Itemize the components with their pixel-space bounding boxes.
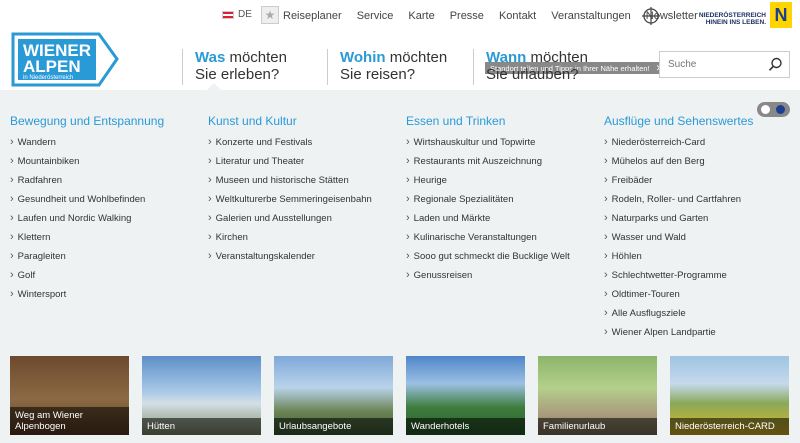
menu-item[interactable]: Literatur und Theater — [208, 152, 372, 171]
question-wohin[interactable]: Wohin möchten Sie reisen? — [327, 49, 447, 85]
tile-caption: Urlaubsangebote — [274, 418, 393, 435]
tile-weg-am-wiener-alpenbogen[interactable]: Weg am Wiener Alpenbogen — [10, 356, 129, 435]
menu-item[interactable]: Niederösterreich-Card — [604, 133, 753, 152]
question-keyword: Wann — [486, 49, 527, 66]
menu-item[interactable]: Mühelos auf den Berg — [604, 152, 753, 171]
header: WIENER ALPEN in Niederösterreich Standor… — [0, 32, 800, 90]
menu-column-bewegung: Bewegung und Entspannung Wandern Mountai… — [10, 114, 164, 304]
menu-item[interactable]: Wirtshauskultur und Topwirte — [406, 133, 570, 152]
menu-toggle-switch[interactable] — [757, 102, 790, 117]
menu-item[interactable]: Paragleiten — [10, 247, 164, 266]
language-switch[interactable]: DE — [222, 9, 252, 20]
tile-caption: Hütten — [142, 418, 261, 435]
menu-item[interactable]: Oldtimer-Touren — [604, 285, 753, 304]
menu-item[interactable]: Laufen und Nordic Walking — [10, 209, 164, 228]
menu-item[interactable]: Klettern — [10, 228, 164, 247]
menu-item[interactable]: Wintersport — [10, 285, 164, 304]
nav-reiseplaner[interactable]: Reiseplaner — [283, 10, 342, 22]
column-title[interactable]: Kunst und Kultur — [208, 114, 372, 128]
wiener-alpen-logo[interactable]: WIENER ALPEN in Niederösterreich — [11, 32, 121, 87]
column-title[interactable]: Bewegung und Entspannung — [10, 114, 164, 128]
tile-caption: Weg am Wiener Alpenbogen — [10, 407, 129, 435]
menu-item[interactable]: Golf — [10, 266, 164, 285]
menu-item[interactable]: Radfahren — [10, 171, 164, 190]
language-label: DE — [238, 9, 252, 20]
tile-caption: Niederösterreich-CARD — [670, 418, 789, 435]
menu-item[interactable]: Schlechtwetter-Programme — [604, 266, 753, 285]
menu-item[interactable]: Genussreisen — [406, 266, 570, 285]
tile-huetten[interactable]: Hütten — [142, 356, 261, 435]
menu-item[interactable]: Sooo gut schmeckt die Bucklige Welt — [406, 247, 570, 266]
menu-item[interactable]: Konzerte und Festivals — [208, 133, 372, 152]
menu-item[interactable]: Kulinarische Veranstaltungen — [406, 228, 570, 247]
niederoesterreich-logo[interactable]: NIEDERÖSTERREICH HINEIN INS LEBEN. N — [696, 2, 796, 30]
tile-wanderhotels[interactable]: Wanderhotels — [406, 356, 525, 435]
question-keyword: Wohin — [340, 49, 386, 66]
nav-service[interactable]: Service — [357, 10, 394, 22]
nav-kontakt[interactable]: Kontakt — [499, 10, 536, 22]
nav-presse[interactable]: Presse — [450, 10, 484, 22]
menu-item[interactable]: Regionale Spezialitäten — [406, 190, 570, 209]
menu-item[interactable]: Wiener Alpen Landpartie — [604, 323, 753, 342]
question-keyword: Was — [195, 49, 226, 66]
noe-badge-icon: N — [770, 2, 792, 28]
tile-familienurlaub[interactable]: Familienurlaub — [538, 356, 657, 435]
tile-caption: Familienurlaub — [538, 418, 657, 435]
menu-item[interactable]: Galerien und Ausstellungen — [208, 209, 372, 228]
menu-item[interactable]: Weltkulturerbe Semmeringeisenbahn — [208, 190, 372, 209]
menu-item[interactable]: Laden und Märkte — [406, 209, 570, 228]
search-input[interactable] — [660, 52, 760, 77]
logo-line-3: in Niederösterreich — [23, 75, 73, 81]
question-was[interactable]: Was möchten Sie erleben? — [182, 49, 287, 85]
nav-veranstaltungen[interactable]: Veranstaltungen — [551, 10, 631, 22]
nav-karte[interactable]: Karte — [408, 10, 434, 22]
menu-item[interactable]: Rodeln, Roller- und Cartfahren — [604, 190, 753, 209]
menu-item[interactable]: Naturparks und Garten — [604, 209, 753, 228]
menu-item[interactable]: Restaurants mit Auszeichnung — [406, 152, 570, 171]
menu-item[interactable]: Wandern — [10, 133, 164, 152]
tile-caption: Wanderhotels — [406, 418, 525, 435]
tile-niederoesterreich-card[interactable]: Niederösterreich-CARD — [670, 356, 789, 435]
teaser-tiles: Weg am Wiener Alpenbogen Hütten Urlaubsa… — [10, 356, 789, 435]
menu-item[interactable]: Museen und historische Stätten — [208, 171, 372, 190]
menu-column-ausfluege: Ausflüge und Sehenswertes Niederösterrei… — [604, 114, 753, 342]
top-bar: DE ★ Reiseplaner Service Karte Presse Ko… — [0, 0, 800, 32]
tile-urlaubsangebote[interactable]: Urlaubsangebote — [274, 356, 393, 435]
question-wann[interactable]: Wann möchten Sie urlauben? — [473, 49, 588, 85]
column-title[interactable]: Ausflüge und Sehenswertes — [604, 114, 753, 128]
menu-column-essen: Essen und Trinken Wirtshauskultur und To… — [406, 114, 570, 285]
menu-item[interactable]: Alle Ausflugsziele — [604, 304, 753, 323]
menu-item[interactable]: Heurige — [406, 171, 570, 190]
location-crosshair-icon[interactable] — [642, 7, 660, 25]
menu-item[interactable]: Mountainbiken — [10, 152, 164, 171]
favorites-star-icon[interactable]: ★ — [261, 6, 279, 24]
menu-column-kultur: Kunst und Kultur Konzerte und Festivals … — [208, 114, 372, 266]
search-box — [659, 51, 790, 78]
menu-item[interactable]: Kirchen — [208, 228, 372, 247]
menu-item[interactable]: Höhlen — [604, 247, 753, 266]
menu-item[interactable]: Wasser und Wald — [604, 228, 753, 247]
search-icon[interactable] — [768, 57, 783, 72]
austria-flag-icon — [222, 10, 234, 19]
menu-item[interactable]: Gesundheit und Wohlbefinden — [10, 190, 164, 209]
menu-item[interactable]: Freibäder — [604, 171, 753, 190]
logo-line-2: ALPEN — [23, 57, 81, 76]
column-title[interactable]: Essen und Trinken — [406, 114, 570, 128]
menu-item[interactable]: Veranstaltungskalender — [208, 247, 372, 266]
